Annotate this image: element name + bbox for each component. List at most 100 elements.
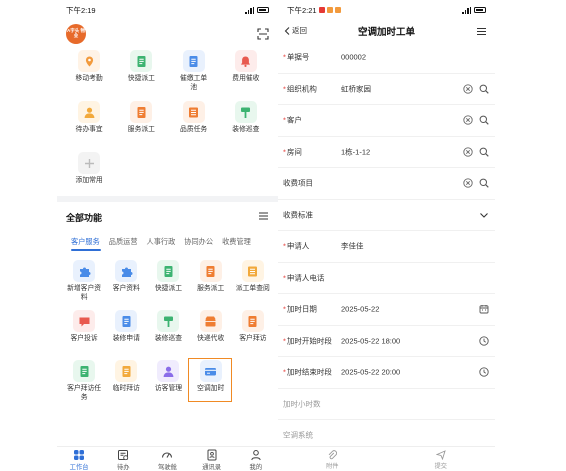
- clear-icon[interactable]: [463, 147, 473, 157]
- app-icon-tile: [115, 310, 138, 332]
- app-label: 临时拜访: [112, 385, 140, 392]
- highlight-box: [188, 358, 232, 402]
- app-icon-tile: [241, 310, 264, 332]
- app-label: 品质任务: [180, 126, 208, 133]
- field-label: *客户: [283, 115, 302, 125]
- function-item-1[interactable]: 客户资料: [105, 260, 147, 310]
- clear-icon[interactable]: [463, 178, 473, 188]
- form-row[interactable]: *组织机构 虹桥家园: [278, 74, 495, 105]
- field-label: 空调系统: [283, 430, 313, 440]
- tab-2[interactable]: 人事行政: [147, 237, 176, 247]
- function-item-0[interactable]: 新增客户资料: [63, 260, 105, 310]
- field-value[interactable]: 2025-05-22: [341, 305, 379, 314]
- tab-0[interactable]: 客户服务: [71, 237, 100, 247]
- quick-app-4[interactable]: 待办事宜: [63, 101, 115, 152]
- quick-app-7[interactable]: 装修巡查: [220, 101, 272, 152]
- field-value[interactable]: 虹桥家园: [341, 83, 371, 94]
- tab-1[interactable]: 品质运营: [109, 237, 138, 247]
- function-item-12[interactable]: 访客管理: [147, 360, 189, 410]
- doc-icon: [248, 315, 257, 327]
- function-item-9[interactable]: 客户拜访: [232, 310, 274, 360]
- form-row[interactable]: *单据号 000002: [278, 42, 495, 74]
- form-row[interactable]: *加时结束时段 2025-05-22 20:00: [278, 357, 495, 389]
- quick-app-6[interactable]: 品质任务: [168, 101, 220, 152]
- notification-icon: [318, 7, 325, 13]
- function-item-3[interactable]: 服务派工: [190, 260, 232, 310]
- function-item-5[interactable]: 客户投诉: [63, 310, 105, 360]
- active-tab-underline: [71, 249, 101, 251]
- search-icon[interactable]: [479, 115, 489, 125]
- app-icon-tile: [157, 260, 180, 282]
- form-row[interactable]: *申请人 李佳佳: [278, 231, 495, 263]
- nav-gauge[interactable]: 驾驶舱: [150, 447, 184, 471]
- nav-person[interactable]: 我的: [239, 447, 273, 471]
- quick-app-5[interactable]: 服务派工: [115, 101, 167, 152]
- tab-3[interactable]: 协同办公: [184, 237, 213, 247]
- function-item-10[interactable]: 客户拜访任务: [63, 360, 105, 410]
- app-label: 客户资料: [112, 285, 140, 292]
- app-icon-tile: [182, 50, 205, 72]
- quick-app-0[interactable]: 移动考勤: [63, 50, 115, 101]
- field-value[interactable]: 2025-05-22 20:00: [341, 368, 400, 377]
- clock-icon[interactable]: [479, 367, 489, 377]
- form-row[interactable]: 收费标准: [278, 200, 495, 231]
- field-value[interactable]: 李佳佳: [341, 241, 364, 252]
- function-item-4[interactable]: 派工单查阅: [232, 260, 274, 310]
- app-icon-tile: [78, 101, 101, 123]
- app-icon-tile: [78, 152, 101, 174]
- app-icon-tile: [157, 310, 180, 332]
- signal-icon: [245, 6, 254, 14]
- clear-icon[interactable]: [463, 84, 473, 94]
- field-label: 收费标准: [283, 210, 313, 220]
- app-label: 装修巡查: [232, 126, 260, 133]
- field-value[interactable]: 1栋-1-12: [341, 146, 370, 157]
- app-label: 添加常用: [75, 177, 103, 184]
- user-icon: [84, 107, 95, 118]
- todo-icon: [118, 450, 129, 461]
- action-label: 附件: [326, 463, 339, 470]
- function-item-6[interactable]: 装修申请: [105, 310, 147, 360]
- field-value[interactable]: 2025-05-22 18:00: [341, 336, 400, 345]
- function-item-2[interactable]: 快捷派工: [147, 260, 189, 310]
- form-row[interactable]: *房间 1栋-1-12: [278, 137, 495, 168]
- list-icon: [248, 266, 258, 276]
- doc-icon: [164, 265, 173, 277]
- menu-icon[interactable]: [259, 212, 268, 220]
- attachment-button[interactable]: 附件: [326, 447, 338, 471]
- submit-button[interactable]: 提交: [435, 447, 447, 471]
- nav-contacts[interactable]: 通讯录: [195, 447, 229, 471]
- app-icon-tile: [73, 260, 96, 282]
- nav-label: 驾驶舱: [158, 464, 177, 471]
- form-row[interactable]: 加时小时数: [278, 389, 495, 420]
- search-icon[interactable]: [479, 147, 489, 157]
- search-icon[interactable]: [479, 84, 489, 94]
- form-row[interactable]: 收费项目: [278, 168, 495, 200]
- tab-4[interactable]: 收费管理: [222, 237, 251, 247]
- person-icon: [251, 450, 261, 461]
- form-row[interactable]: *申请人电话: [278, 263, 495, 294]
- search-icon[interactable]: [479, 178, 489, 188]
- nav-label: 我的: [249, 464, 263, 471]
- function-item-8[interactable]: 快递代收: [190, 310, 232, 360]
- calendar-icon[interactable]: [479, 304, 489, 314]
- clock-icon[interactable]: [479, 336, 489, 346]
- function-item-7[interactable]: 装修巡查: [147, 310, 189, 360]
- function-item-11[interactable]: 临时拜访: [105, 360, 147, 410]
- scan-icon[interactable]: [257, 28, 269, 40]
- quick-app-3[interactable]: 费用催收: [220, 50, 272, 101]
- field-label: *单据号: [283, 52, 310, 62]
- nav-todo[interactable]: 待办: [106, 447, 140, 471]
- clear-icon[interactable]: [463, 115, 473, 125]
- chevron-down-icon[interactable]: [479, 210, 489, 220]
- list-menu-icon[interactable]: [477, 28, 486, 35]
- action-label: 提交: [434, 463, 447, 470]
- nav-label: 通讯录: [202, 464, 222, 471]
- form-row[interactable]: *加时开始时段 2025-05-22 18:00: [278, 326, 495, 357]
- form-row[interactable]: *加时日期 2025-05-22: [278, 294, 495, 326]
- nav-grid[interactable]: 工作台: [62, 447, 96, 471]
- quick-app-2[interactable]: 催缴工单池: [168, 50, 220, 101]
- field-value[interactable]: 000002: [341, 53, 366, 62]
- quick-app-1[interactable]: 快捷派工: [115, 50, 167, 101]
- form-row[interactable]: *客户: [278, 105, 495, 137]
- brush-icon: [163, 316, 173, 327]
